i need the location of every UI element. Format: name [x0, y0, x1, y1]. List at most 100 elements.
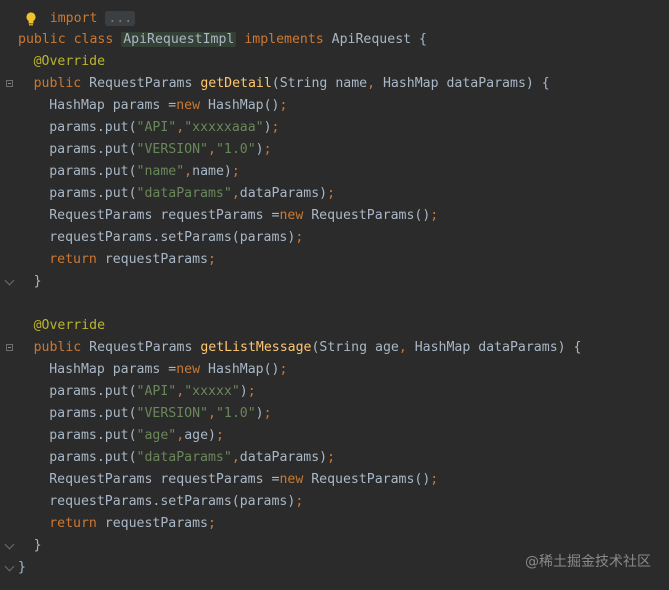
code-token: ;: [271, 120, 280, 135]
code-token: HashMap dataParams) {: [382, 76, 550, 91]
code-token: ;: [263, 406, 272, 421]
lightbulb-icon[interactable]: [25, 11, 37, 27]
code-line[interactable]: @Override: [34, 315, 105, 337]
code-token: public: [18, 32, 74, 47]
code-token: return: [49, 516, 105, 531]
code-line[interactable]: HashMap params =new HashMap();: [49, 95, 287, 117]
code-token: ,: [208, 406, 216, 421]
code-line[interactable]: @Override: [34, 51, 105, 73]
code-token: ,: [208, 142, 216, 157]
code-line[interactable]: public RequestParams getDetail(String na…: [34, 73, 550, 95]
code-line[interactable]: params.put("age",age);: [49, 425, 224, 447]
code-line[interactable]: RequestParams requestParams =new Request…: [49, 469, 438, 491]
code-token: ;: [231, 164, 240, 179]
code-line[interactable]: return requestParams;: [49, 513, 216, 535]
code-line[interactable]: }: [18, 557, 26, 579]
code-token: "API": [136, 384, 177, 399]
code-editor[interactable]: import ... public class ApiRequestImpl i…: [0, 0, 669, 590]
code-line[interactable]: return requestParams;: [49, 249, 216, 271]
code-token: params.put(: [49, 450, 137, 465]
collapsed-imports-button[interactable]: ...: [105, 11, 136, 26]
code-token: return: [49, 252, 105, 267]
code-token: HashMap params =: [49, 362, 177, 377]
code-line[interactable]: params.put("VERSION","1.0");: [49, 139, 271, 161]
code-token: "name": [136, 164, 185, 179]
code-token: ;: [430, 472, 439, 487]
code-line[interactable]: params.put("API","xxxxx");: [49, 381, 255, 403]
code-token: ): [255, 142, 264, 157]
code-line[interactable]: requestParams.setParams(params);: [49, 227, 303, 249]
code-token: implements: [244, 32, 332, 47]
code-line[interactable]: public class ApiRequestImpl implements A…: [18, 29, 427, 51]
code-token: "VERSION": [136, 406, 208, 421]
fold-open-icon[interactable]: [6, 80, 13, 87]
code-token: ;: [295, 230, 304, 245]
import-keyword: import: [49, 11, 98, 26]
code-token: class: [73, 32, 122, 47]
code-token: new: [279, 208, 312, 223]
code-token: new: [279, 472, 312, 487]
code-token: public: [33, 76, 90, 91]
code-token: (String age: [311, 340, 399, 355]
code-token: RequestParams(): [311, 208, 431, 223]
code-token: requestParams: [104, 516, 208, 531]
code-token: params.put(: [49, 164, 137, 179]
code-line[interactable]: RequestParams requestParams =new Request…: [49, 205, 438, 227]
code-token: ;: [327, 186, 336, 201]
code-token: ;: [247, 384, 256, 399]
editor-gutter[interactable]: [0, 0, 18, 590]
code-token: new: [176, 362, 208, 377]
code-token: params.put(: [49, 142, 137, 157]
code-token: ;: [207, 516, 216, 531]
code-token: ;: [207, 252, 216, 267]
code-token: ;: [215, 428, 224, 443]
code-token: ,: [176, 120, 185, 135]
code-token: getDetail: [200, 76, 272, 91]
code-token: age): [184, 428, 216, 443]
code-token: RequestParams(): [311, 472, 431, 487]
code-line[interactable]: public RequestParams getListMessage(Stri…: [34, 337, 582, 359]
code-line[interactable]: params.put("dataParams",dataParams);: [49, 447, 335, 469]
code-token: ;: [327, 450, 336, 465]
code-token: requestParams: [104, 252, 208, 267]
code-token: dataParams): [239, 450, 328, 465]
code-line[interactable]: requestParams.setParams(params);: [49, 491, 303, 513]
code-token: requestParams.setParams(params): [49, 230, 296, 245]
code-token: HashMap(): [208, 362, 280, 377]
code-token: ,: [231, 186, 240, 201]
code-token: ;: [279, 98, 288, 113]
code-line[interactable]: params.put("VERSION","1.0");: [49, 403, 271, 425]
code-token: }: [33, 538, 42, 553]
code-token: "VERSION": [136, 142, 208, 157]
code-token: ,: [176, 384, 185, 399]
code-line[interactable]: params.put("dataParams",dataParams);: [49, 183, 335, 205]
code-token: @Override: [33, 318, 106, 333]
code-token: name): [192, 164, 232, 179]
code-token: ;: [430, 208, 439, 223]
import-line-cropped[interactable]: import ...: [18, 0, 136, 26]
code-token: "1.0": [215, 406, 256, 421]
code-token: }: [33, 274, 42, 289]
code-token: new: [176, 98, 208, 113]
code-token: "xxxxx": [184, 384, 240, 399]
code-token: HashMap params =: [49, 98, 177, 113]
code-token: params.put(: [49, 384, 137, 399]
code-line[interactable]: HashMap params =new HashMap();: [49, 359, 287, 381]
code-token: "dataParams": [136, 186, 232, 201]
code-line[interactable]: params.put("API","xxxxxaaa");: [49, 117, 279, 139]
code-token: params.put(: [49, 428, 137, 443]
code-token: HashMap(): [208, 98, 280, 113]
code-token: ApiRequest {: [331, 32, 427, 47]
code-token: RequestParams requestParams =: [49, 208, 280, 223]
code-token: ;: [295, 494, 304, 509]
code-token: "age": [136, 428, 177, 443]
code-line[interactable]: params.put("name",name);: [49, 161, 240, 183]
fold-open-icon[interactable]: [6, 344, 13, 351]
code-token: @Override: [33, 54, 106, 69]
code-line[interactable]: }: [34, 271, 42, 293]
code-token: getListMessage: [200, 340, 312, 355]
code-token: RequestParams requestParams =: [49, 472, 280, 487]
code-token: "1.0": [215, 142, 256, 157]
code-token: HashMap dataParams) {: [414, 340, 582, 355]
code-line[interactable]: }: [34, 535, 42, 557]
